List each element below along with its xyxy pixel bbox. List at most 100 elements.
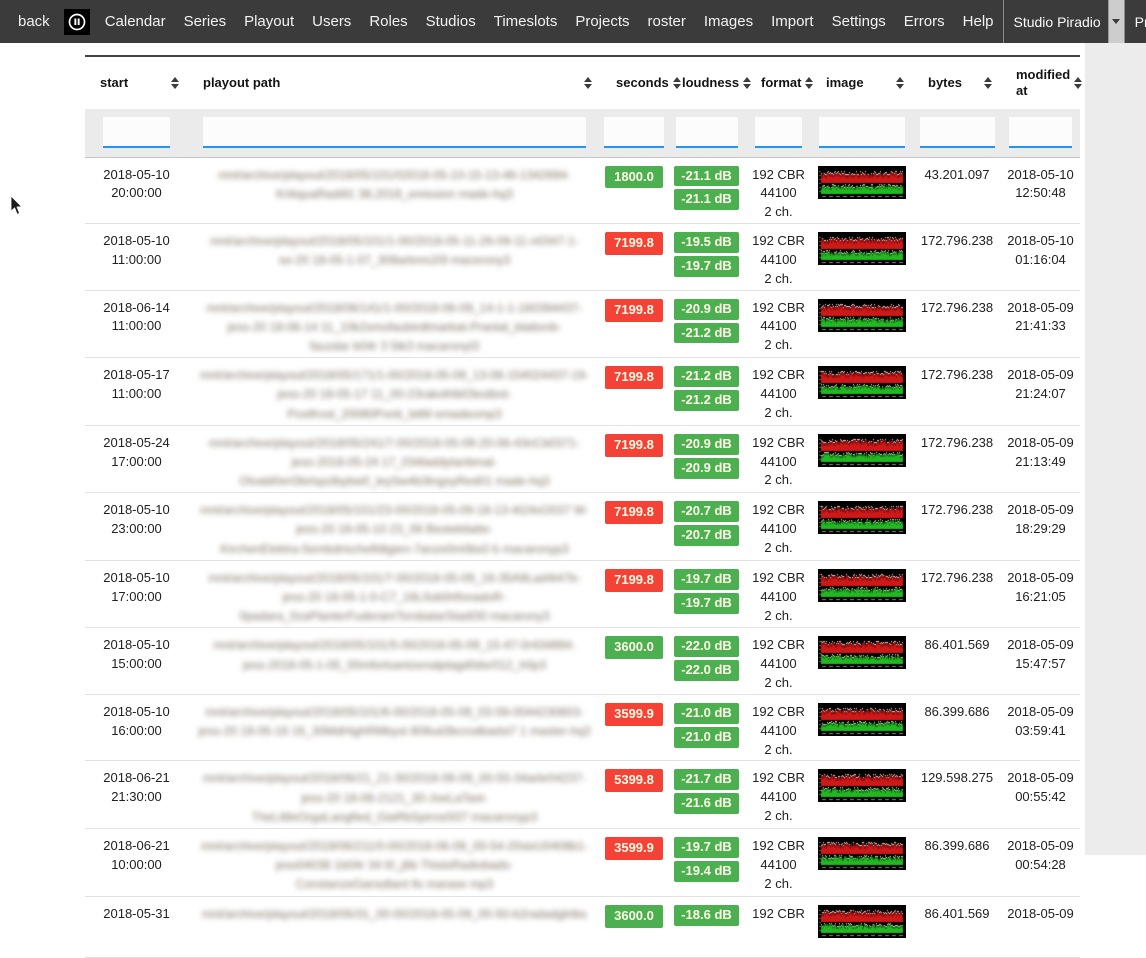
cell-loudness: -20.9 dB-20.9 dB <box>667 425 746 493</box>
sort-icon[interactable] <box>805 77 813 89</box>
modified-time: 21:24:07 <box>1002 385 1079 404</box>
format-line: 192 CBR <box>747 501 810 520</box>
project-select-value: Project 88vier <box>1125 0 1146 43</box>
nav-item-images[interactable]: Images <box>695 13 762 30</box>
pause-circle-logo-icon[interactable] <box>64 9 90 35</box>
filter-input-image[interactable] <box>819 117 905 148</box>
waveform-thumbnail[interactable] <box>818 703 906 736</box>
waveform-thumbnail[interactable] <box>818 837 906 870</box>
waveform-thumbnail[interactable] <box>818 232 906 265</box>
column-header-seconds[interactable]: seconds <box>601 56 667 109</box>
waveform-thumbnail[interactable] <box>818 166 906 199</box>
nav-right-group: Studio Piradio Project 88vier Logout mi <box>1003 0 1146 43</box>
cell-playout-path: mnt/archive/playout/2018/05/101/02018-05… <box>188 157 601 224</box>
sort-icon[interactable] <box>896 77 904 89</box>
loudness-badges: -21.7 dB-21.6 dB <box>674 769 739 814</box>
studio-select-arrow[interactable] <box>1108 0 1124 43</box>
sort-icon[interactable] <box>171 77 179 89</box>
waveform-thumbnail[interactable] <box>818 501 906 534</box>
filter-input-bytes[interactable] <box>920 117 995 148</box>
modified-time: 00:55:42 <box>1002 788 1079 807</box>
playout-table: startplayout pathsecondsloudnessformatim… <box>85 55 1080 958</box>
waveform-thumbnail[interactable] <box>818 636 906 669</box>
format-line: 44100 <box>747 385 810 404</box>
nav-item-import[interactable]: Import <box>762 13 823 30</box>
cell-seconds: 7199.8 <box>601 493 667 561</box>
sort-icon[interactable] <box>584 77 592 89</box>
waveform-thumbnail[interactable] <box>818 299 906 332</box>
redacted-path-line: mnt/archive/playout/2018/06/141/1-00/201… <box>195 299 595 318</box>
nav-item-settings[interactable]: Settings <box>823 13 895 30</box>
redacted-path-line: Postfrost_20080Ponti_bitM emadeomp3 <box>195 405 595 424</box>
loudness-badge: -22.0 dB <box>674 660 739 681</box>
start-date: 2018-05-10 <box>86 569 187 588</box>
column-header-start[interactable]: start <box>85 56 188 109</box>
bytes-value: 86.401.569 <box>914 636 1000 655</box>
waveform-thumbnail[interactable] <box>818 434 906 467</box>
redacted-path-line: mnt/archive/playout/2018/05/101/7-00/201… <box>195 569 595 588</box>
back-button[interactable]: back <box>0 13 62 30</box>
waveform-thumbnail[interactable] <box>818 905 906 938</box>
redacted-path-line: mnt/archive/playout/2018/05/101/5-00/201… <box>195 636 595 655</box>
column-header-modified_at[interactable]: modified at <box>1001 56 1080 109</box>
seconds-badge: 7199.8 <box>605 366 663 389</box>
nav-item-users[interactable]: Users <box>303 13 360 30</box>
loudness-badge: -21.0 dB <box>674 727 739 748</box>
start-date: 2018-05-10 <box>86 501 187 520</box>
start-time: 23:00:00 <box>86 520 187 539</box>
cell-bytes: 172.796.238 <box>913 358 1001 426</box>
table-row: 2018-05-1017:00:00mnt/archive/playout/20… <box>85 560 1080 628</box>
column-header-bytes[interactable]: bytes <box>913 56 1001 109</box>
redacted-path-line: jess-20 18-05-16 16_30MdHighRMbyst 808ud… <box>195 722 595 741</box>
seconds-badge: 3600.0 <box>605 636 663 659</box>
nav-item-roster[interactable]: roster <box>639 13 695 30</box>
chevron-down-icon <box>1112 19 1120 24</box>
studio-select[interactable]: Studio Piradio <box>1003 0 1124 43</box>
cell-image <box>811 694 913 761</box>
redacted-path-line: mnt/archive/playout/2018/05/101/1-00/201… <box>195 232 595 251</box>
format-line: 192 CBR <box>747 232 810 251</box>
sort-icon[interactable] <box>984 77 992 89</box>
filter-input-seconds[interactable] <box>604 117 664 148</box>
column-header-inner: bytes <box>914 75 1000 91</box>
nav-item-series[interactable]: Series <box>175 13 236 30</box>
format-line: 44100 <box>747 655 810 674</box>
filter-input-loudness[interactable] <box>676 117 738 148</box>
cell-loudness: -21.7 dB-21.6 dB <box>667 761 746 829</box>
sort-asc-icon <box>171 77 179 82</box>
nav-item-errors[interactable]: Errors <box>895 13 954 30</box>
nav-item-playout[interactable]: Playout <box>235 13 303 30</box>
sort-icon[interactable] <box>1074 77 1082 89</box>
redacted-path-line: jess-2018-05-1-05_00mfortsantzenalptagd0… <box>195 656 595 675</box>
project-select[interactable]: Project 88vier <box>1124 0 1146 43</box>
cell-modified-at: 2018-05-0900:55:42 <box>1001 761 1080 829</box>
cell-format: 192 CBR441002 ch. <box>746 829 811 897</box>
column-header-image[interactable]: image <box>811 56 913 109</box>
filter-input-start[interactable] <box>103 117 170 148</box>
nav-item-studios[interactable]: Studios <box>417 13 485 30</box>
redacted-path-line: jess-20 18-06-14 11_10k2smofaubirdtmarba… <box>195 318 595 337</box>
waveform-thumbnail[interactable] <box>818 366 906 399</box>
filter-input-playout_path[interactable] <box>203 117 586 148</box>
waveform-thumbnail[interactable] <box>818 569 906 602</box>
cell-start: 2018-06-2121:30:00 <box>85 761 188 829</box>
nav-item-timeslots[interactable]: Timeslots <box>485 13 567 30</box>
cell-modified-at: 2018-05-0921:13:49 <box>1001 425 1080 493</box>
filter-input-format[interactable] <box>755 117 802 148</box>
nav-item-help[interactable]: Help <box>954 13 1003 30</box>
sort-icon[interactable] <box>743 77 751 89</box>
column-header-playout_path[interactable]: playout path <box>188 56 601 109</box>
playout-path-redacted: mnt/archive/playout/2018/05/241/7-00/201… <box>195 434 595 492</box>
nav-item-projects[interactable]: Projects <box>566 13 638 30</box>
format-line: 192 CBR <box>747 636 810 655</box>
modified-time: 15:47:57 <box>1002 655 1079 674</box>
filter-input-modified_at[interactable] <box>1009 117 1072 148</box>
column-header-format[interactable]: format <box>746 56 811 109</box>
nav-item-calendar[interactable]: Calendar <box>96 13 175 30</box>
waveform-thumbnail[interactable] <box>818 769 906 802</box>
modified-date: 2018-05-09 <box>1002 905 1079 924</box>
loudness-badges: -18.6 dB <box>674 905 739 926</box>
start-date: 2018-05-10 <box>86 703 187 722</box>
sort-icon[interactable] <box>673 77 681 89</box>
nav-item-roles[interactable]: Roles <box>360 13 416 30</box>
